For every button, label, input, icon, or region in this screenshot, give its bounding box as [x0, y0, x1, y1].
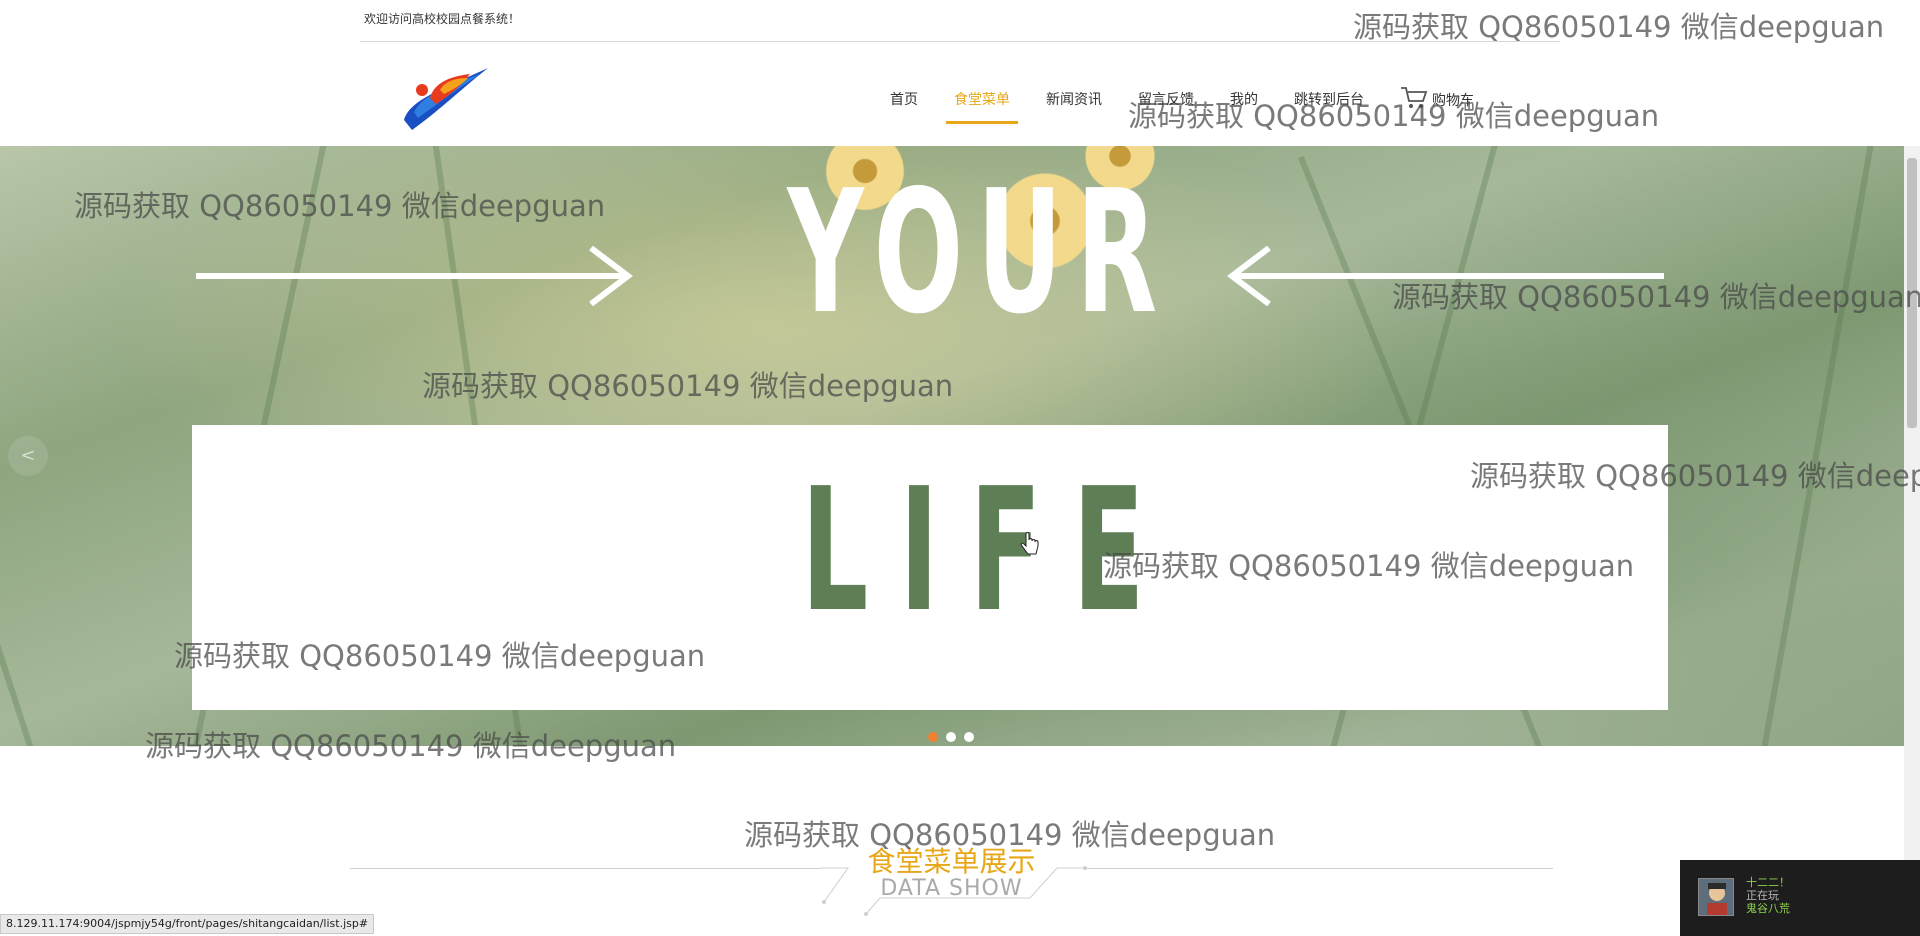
watermark-text: 源码获取 QQ86050149 微信deepguan	[1353, 10, 1885, 44]
section-title-en: DATA SHOW	[880, 876, 1023, 901]
watermark-text: 源码获取 QQ86050149 微信deepguan	[744, 818, 1276, 852]
carousel-dot-1[interactable]	[928, 732, 938, 742]
watermark-text: 源码获取 QQ86050149 微信deepguan	[1392, 280, 1920, 314]
carousel-prev-button[interactable]: <	[8, 436, 48, 476]
avatar	[1698, 878, 1734, 916]
watermark-text: 源码获取 QQ86050149 微信deepguan	[422, 369, 954, 403]
nav-item-menu[interactable]: 食堂菜单	[946, 90, 1018, 124]
watermark-text: 源码获取 QQ86050149 微信deepguan	[1128, 99, 1660, 133]
page-scrollbar[interactable]	[1904, 146, 1920, 936]
carousel-dots	[928, 732, 974, 742]
activity-game: 鬼谷八荒	[1746, 902, 1790, 915]
watermark-text: 源码获取 QQ86050149 微信deepguan	[174, 639, 706, 673]
activity-username: 十二二！	[1746, 876, 1790, 889]
activity-popup[interactable]: 十二二！ 正在玩 鬼谷八荒	[1680, 860, 1920, 936]
welcome-text: 欢迎访问高校校园点餐系统！	[364, 12, 521, 26]
logo-icon[interactable]	[400, 60, 492, 132]
watermark-text: 源码获取 QQ86050149 微信deepguan	[145, 729, 677, 763]
hand-cursor-icon	[1020, 532, 1039, 555]
activity-status: 正在玩	[1746, 889, 1779, 902]
status-bar-url: 8.129.11.174:9004/jspmjy54g/front/pages/…	[0, 914, 375, 934]
nav-item-news[interactable]: 新闻资讯	[1046, 90, 1102, 124]
chevron-left-icon: <	[20, 445, 36, 466]
carousel-dot-2[interactable]	[946, 732, 956, 742]
watermark-text: 源码获取 QQ86050149 微信deepguan	[1103, 549, 1635, 583]
banner-headline-bottom: LIFE	[801, 452, 1176, 650]
activity-text: 十二二！ 正在玩 鬼谷八荒	[1746, 876, 1790, 915]
watermark-text: 源码获取 QQ86050149 微信deepguan	[1470, 459, 1920, 493]
carousel-dot-3[interactable]	[964, 732, 974, 742]
nav-item-home[interactable]: 首页	[890, 90, 918, 124]
watermark-text: 源码获取 QQ86050149 微信deepguan	[74, 189, 606, 223]
banner-grass	[1760, 146, 1888, 746]
banner-headline-top: YOUR	[787, 154, 1171, 352]
right-arrow-graphic	[196, 246, 633, 306]
